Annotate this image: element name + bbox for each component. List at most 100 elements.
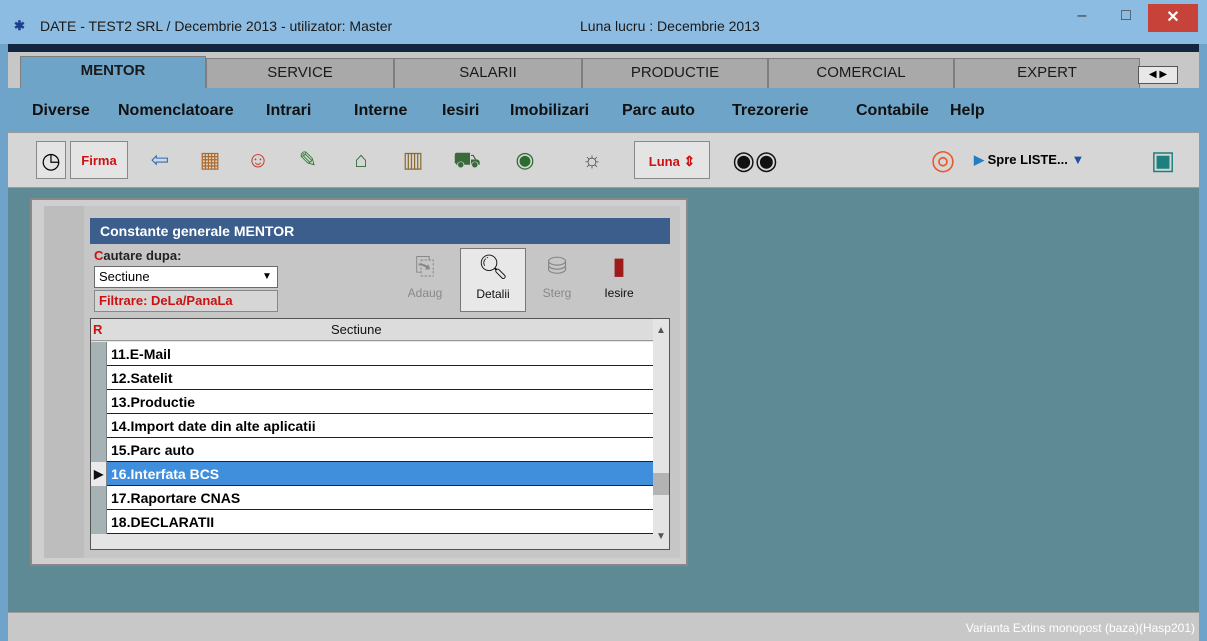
- firma-label: Firma: [81, 153, 117, 168]
- car-icon[interactable]: ⛟: [444, 141, 490, 179]
- arrow-icon[interactable]: ⇦: [142, 141, 178, 179]
- table-row[interactable]: 17.Raportare CNAS: [91, 486, 653, 510]
- door-icon: ▮: [612, 253, 626, 280]
- row-label: 12.Satelit: [111, 370, 173, 386]
- minimize-button[interactable]: –: [1060, 4, 1104, 32]
- row-indicator: [91, 510, 107, 534]
- month-stepper-icon: ⇕: [683, 153, 696, 169]
- people-icon[interactable]: ☺: [238, 141, 278, 179]
- row-label: 13.Productie: [111, 394, 196, 410]
- menu-trezorerie[interactable]: Trezorerie: [732, 102, 808, 120]
- app-window: ✱ DATE - TEST2 SRL / Decembrie 2013 - ut…: [0, 0, 1207, 641]
- row-indicator: ▶: [91, 462, 107, 486]
- table-row[interactable]: 11.E-Mail: [91, 342, 653, 366]
- add-button-label: Adaug: [407, 286, 443, 300]
- table-row-selected[interactable]: ▶ 16.Interfata BCS: [91, 462, 653, 486]
- row-label: 11.E-Mail: [111, 346, 171, 362]
- table-row[interactable]: 15.Parc auto: [91, 438, 653, 462]
- app-frame: MENTOR SERVICE SALARII PRODUCTIE COMERCI…: [8, 44, 1199, 641]
- bulb-icon[interactable]: ☼: [576, 141, 608, 179]
- screens-icon[interactable]: ▣: [1146, 141, 1180, 179]
- dialog-left-strip: [44, 206, 84, 558]
- eyes-icon: ◉◉: [732, 145, 778, 175]
- exit-button[interactable]: ▮ Iesire: [594, 248, 644, 312]
- magnifier-icon: 🔍︎: [477, 254, 509, 281]
- row-label: 14.Import date din alte aplicatii: [111, 418, 316, 434]
- chevron-down-icon[interactable]: ▼: [259, 269, 275, 285]
- tab-salarii[interactable]: SALARII: [394, 58, 582, 88]
- status-bar: Varianta Extins monopost (baza)(Hasp201): [8, 612, 1199, 641]
- details-button-label: Detalii: [476, 287, 510, 301]
- grid-r-header: R: [93, 322, 103, 337]
- menu-nomenclatoare[interactable]: Nomenclatoare: [118, 102, 234, 120]
- menu-help[interactable]: Help: [950, 102, 985, 120]
- delete-button-label: Sterg: [542, 286, 572, 300]
- grid-column-sectiune[interactable]: Sectiune: [331, 322, 382, 337]
- working-month-label: Luna lucru : Decembrie 2013: [580, 18, 760, 34]
- clock-icon[interactable]: ◷: [36, 141, 66, 179]
- row-label: 18.DECLARATII: [111, 514, 215, 530]
- menu-imobilizari[interactable]: Imobilizari: [510, 102, 589, 120]
- people-icon[interactable]: ✎: [288, 141, 328, 179]
- scroll-down-icon[interactable]: ▼: [653, 529, 669, 545]
- search-label: Cautare dupa:: [94, 248, 181, 263]
- menu-parc-auto[interactable]: Parc auto: [622, 102, 695, 120]
- database-icon: ⛁: [546, 253, 568, 280]
- search-label-hotkey: C: [94, 248, 104, 263]
- menu-contabile[interactable]: Contabile: [856, 102, 929, 120]
- menu-diverse[interactable]: Diverse: [32, 102, 90, 120]
- tab-productie[interactable]: PRODUCTIE: [582, 58, 768, 88]
- current-row-icon: ▶: [94, 467, 104, 481]
- tab-expert[interactable]: EXPERT: [954, 58, 1140, 88]
- workspace: Constante generale MENTOR Cautare dupa: …: [8, 188, 1199, 612]
- toolbar: ◷ Firma ⇦ ▦ ☺ ✎ ⌂ ▥ ⛟ ◉ ☼ Luna ⇕ ◉◉ ◎ ▶ …: [8, 132, 1199, 188]
- tab-comercial[interactable]: COMERCIAL: [768, 58, 954, 88]
- close-button[interactable]: ✕: [1148, 4, 1198, 32]
- house-icon[interactable]: ⌂: [340, 141, 382, 179]
- play-icon: ▶: [974, 152, 984, 167]
- spre-liste-button[interactable]: ▶ Spre LISTE... ▼: [974, 145, 1084, 183]
- menu-iesiri[interactable]: Iesiri: [442, 102, 479, 120]
- table-row[interactable]: 13.Productie: [91, 390, 653, 414]
- table-row[interactable]: 18.DECLARATII: [91, 510, 653, 534]
- row-label: 17.Raportare CNAS: [111, 490, 241, 506]
- menu-interne[interactable]: Interne: [354, 102, 407, 120]
- maximize-button[interactable]: □: [1104, 4, 1148, 32]
- scroll-up-icon[interactable]: ▲: [653, 323, 669, 339]
- scroll-thumb[interactable]: [653, 473, 669, 495]
- search-label-text: autare dupa:: [103, 248, 182, 263]
- table-row[interactable]: 12.Satelit: [91, 366, 653, 390]
- search-field-select[interactable]: Sectiune ▼: [94, 266, 278, 288]
- delete-button[interactable]: ⛁ Sterg: [532, 248, 582, 312]
- boxes-icon[interactable]: ▦: [190, 141, 230, 179]
- table-row[interactable]: 14.Import date din alte aplicatii: [91, 414, 653, 438]
- firma-button[interactable]: Firma: [70, 141, 128, 179]
- luna-label: Luna: [648, 154, 680, 169]
- window-title: DATE - TEST2 SRL / Decembrie 2013 - util…: [40, 18, 393, 34]
- menu-bar: Diverse Nomenclatoare Intrari Interne Ie…: [8, 88, 1199, 132]
- filter-label[interactable]: Filtrare: DeLa/PanaLa: [94, 290, 278, 312]
- tab-scroll-arrows[interactable]: ◀ ▶: [1138, 66, 1178, 84]
- spre-liste-label: Spre LISTE...: [987, 152, 1068, 167]
- dialog-title: Constante generale MENTOR: [90, 218, 670, 244]
- tab-service[interactable]: SERVICE: [206, 58, 394, 88]
- grid-scrollbar[interactable]: ▲ ▼: [653, 319, 669, 549]
- row-indicator: [91, 366, 107, 390]
- row-indicator: [91, 414, 107, 438]
- tab-mentor[interactable]: MENTOR: [20, 56, 206, 88]
- grid-header: R Sectiune: [91, 319, 653, 341]
- module-tabs: MENTOR SERVICE SALARII PRODUCTIE COMERCI…: [8, 52, 1199, 88]
- row-indicator: [91, 342, 107, 366]
- lifebuoy-icon[interactable]: ◎: [924, 141, 962, 179]
- dialog-body: Constante generale MENTOR Cautare dupa: …: [44, 206, 680, 558]
- luna-button[interactable]: Luna ⇕: [634, 141, 710, 179]
- exit-button-label: Iesire: [604, 286, 634, 300]
- details-button[interactable]: 🔍︎ Detalii: [460, 248, 526, 312]
- moneybag-icon[interactable]: ◉: [504, 141, 546, 179]
- building-icon[interactable]: ▥: [392, 141, 434, 179]
- menu-intrari[interactable]: Intrari: [266, 102, 311, 120]
- app-logo-icon: ✱: [14, 18, 25, 33]
- row-label: 15.Parc auto: [111, 442, 195, 458]
- add-button[interactable]: ⎘ Adaug: [400, 248, 450, 312]
- title-bar: ✱ DATE - TEST2 SRL / Decembrie 2013 - ut…: [0, 0, 1207, 44]
